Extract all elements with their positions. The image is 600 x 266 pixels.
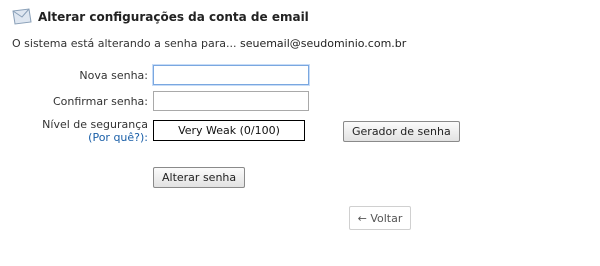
change-password-button[interactable]: Alterar senha [153, 167, 246, 188]
strength-label: Nível de segurança [42, 118, 148, 131]
status-line: O sistema está alterando a senha para...… [12, 37, 406, 50]
email-address: seuemail@seudominio.com.br [239, 37, 407, 50]
page-header: Alterar configurações da conta de email [12, 8, 309, 25]
confirm-password-input[interactable] [153, 91, 309, 111]
confirm-password-label: Confirmar senha: [52, 95, 148, 108]
page-title: Alterar configurações da conta de email [38, 9, 309, 24]
why-link[interactable]: (Por quê?): [88, 131, 148, 144]
password-generator-button[interactable]: Gerador de senha [343, 121, 460, 142]
new-password-label: Nova senha: [79, 69, 148, 82]
back-button[interactable]: ← Voltar [349, 206, 411, 230]
password-strength-meter: Very Weak (0/100) [153, 120, 305, 141]
status-text: O sistema está alterando a senha para... [12, 37, 237, 50]
new-password-input[interactable] [153, 65, 309, 85]
envelope-icon [12, 8, 32, 25]
